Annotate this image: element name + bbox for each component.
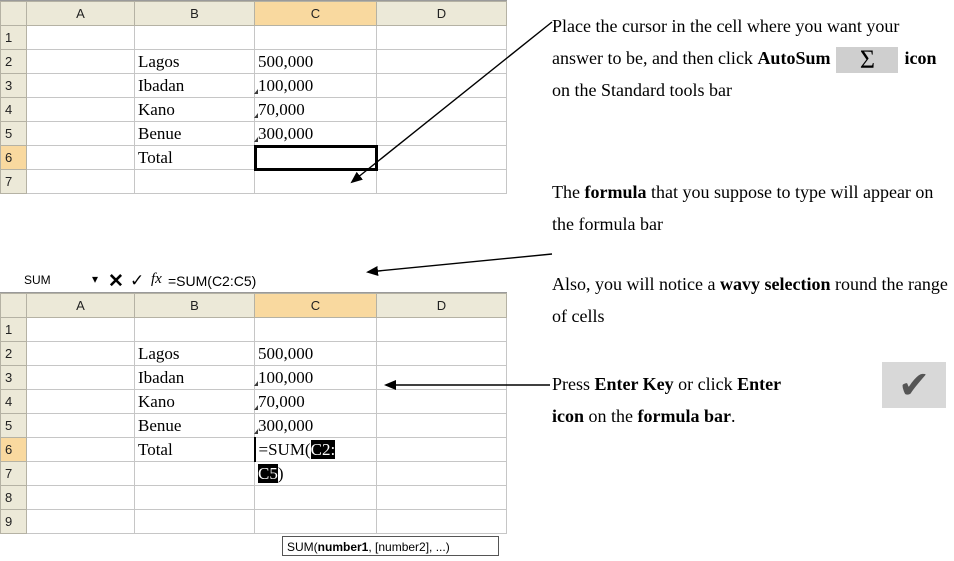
arrow-to-active-cell xyxy=(350,21,553,184)
note-bold: icon xyxy=(552,406,585,426)
note-text: The xyxy=(552,182,585,202)
note-text: on the Standard tools bar xyxy=(552,80,732,100)
note-bold: wavy selection xyxy=(719,274,831,294)
note-wavy: Also, you will notice a wavy selection r… xyxy=(552,268,952,332)
note-text: or click xyxy=(673,374,738,394)
note-bold: icon xyxy=(904,48,937,68)
enter-check-icon: ✔ xyxy=(882,362,946,408)
note-text: Press xyxy=(552,374,595,394)
note-text: . xyxy=(731,406,736,426)
note-enter: Press Enter Key or click Enter icon on th… xyxy=(552,368,882,432)
note-bold: AutoSum xyxy=(757,48,831,68)
autosum-icon: Σ xyxy=(836,46,899,73)
note-bold: Enter Key xyxy=(594,374,674,394)
note-text: on the xyxy=(584,406,638,426)
note-bold: formula xyxy=(584,182,647,202)
note-bold: Enter xyxy=(737,374,782,394)
note-formula: The formula that you suppose to type wil… xyxy=(552,176,947,240)
note-autosum: Place the cursor in the cell where you w… xyxy=(552,10,952,106)
arrow-to-formula-bar xyxy=(366,253,553,277)
note-text: Also, you will notice a xyxy=(552,274,720,294)
note-bold: formula bar xyxy=(637,406,732,426)
